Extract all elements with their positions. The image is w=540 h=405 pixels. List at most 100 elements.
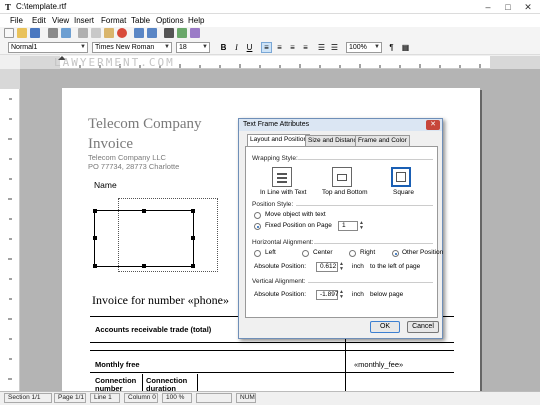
h-other-position-label[interactable]: Other Position bbox=[402, 249, 443, 257]
menu-bar: File Edit View Insert Format Table Optio… bbox=[0, 14, 540, 27]
font-size-select[interactable]: 18 ▼ bbox=[176, 42, 210, 53]
copy-icon[interactable] bbox=[91, 28, 101, 38]
h-absolute-position-input[interactable]: 0.612 bbox=[316, 262, 338, 272]
selected-text-frame[interactable] bbox=[93, 209, 195, 268]
menu-insert[interactable]: Insert bbox=[74, 15, 94, 26]
accounts-label: Accounts receivable trade (total) bbox=[95, 325, 212, 334]
wrap-square-icon[interactable] bbox=[391, 167, 411, 187]
page-number-input[interactable]: 1 bbox=[338, 221, 358, 231]
h-left-radio[interactable] bbox=[254, 250, 261, 257]
invoice-number-heading: Invoice for number «phone» bbox=[92, 293, 229, 307]
h-right-radio[interactable] bbox=[349, 250, 356, 257]
new-document-icon[interactable] bbox=[4, 28, 14, 38]
align-right-icon[interactable]: ≡ bbox=[287, 42, 298, 53]
resize-handle[interactable] bbox=[142, 264, 146, 268]
menu-options[interactable]: Options bbox=[156, 15, 184, 26]
wrap-inline-icon[interactable] bbox=[272, 167, 292, 187]
h-other-position-radio[interactable] bbox=[392, 250, 399, 257]
menu-table[interactable]: Table bbox=[131, 15, 150, 26]
resize-handle[interactable] bbox=[191, 209, 195, 213]
insert-image-icon[interactable] bbox=[164, 28, 174, 38]
align-justify-icon[interactable]: ≡ bbox=[300, 42, 311, 53]
italic-button[interactable]: I bbox=[231, 42, 242, 53]
zoom-select[interactable]: 100% ▼ bbox=[346, 42, 382, 53]
h-position-spinner-icon[interactable]: ▲ ▼ bbox=[338, 262, 345, 272]
vertical-ruler[interactable] bbox=[0, 69, 20, 391]
monthly-fee-field: «monthly_fee» bbox=[354, 360, 404, 369]
ok-button[interactable]: OK bbox=[370, 321, 400, 333]
move-with-text-label[interactable]: Move object with text bbox=[265, 211, 326, 219]
resize-handle[interactable] bbox=[191, 264, 195, 268]
status-spare bbox=[196, 393, 232, 403]
divider bbox=[314, 243, 433, 244]
resize-handle[interactable] bbox=[93, 209, 97, 213]
minimize-icon[interactable]: – bbox=[478, 1, 498, 13]
chevron-down-icon: ▼ bbox=[164, 44, 170, 50]
resize-handle[interactable] bbox=[93, 264, 97, 268]
status-zoom: 100 % bbox=[162, 393, 192, 403]
cancel-button[interactable]: Cancel bbox=[407, 321, 439, 333]
menu-help[interactable]: Help bbox=[188, 15, 204, 26]
h-center-label[interactable]: Center bbox=[313, 249, 333, 257]
v-position-spinner-icon[interactable]: ▲ ▼ bbox=[338, 290, 345, 300]
maximize-icon[interactable]: □ bbox=[498, 1, 518, 13]
wrap-top-bottom-label[interactable]: Top and Bottom bbox=[322, 189, 368, 197]
table-border bbox=[142, 374, 143, 391]
chevron-down-icon: ▼ bbox=[374, 44, 380, 50]
insert-frame-icon[interactable] bbox=[190, 28, 200, 38]
fixed-position-radio[interactable] bbox=[254, 223, 261, 230]
divider bbox=[296, 205, 433, 206]
font-select[interactable]: Times New Roman ▼ bbox=[92, 42, 172, 53]
print-icon[interactable] bbox=[48, 28, 58, 38]
bullet-list-icon[interactable]: ☰ bbox=[316, 42, 327, 53]
wrapping-style-label: Wrapping Style: bbox=[252, 155, 298, 162]
window-title: C:\template.rtf bbox=[16, 2, 67, 11]
cut-icon[interactable] bbox=[78, 28, 88, 38]
close-icon[interactable]: ✕ bbox=[518, 1, 538, 13]
print-preview-icon[interactable] bbox=[61, 28, 71, 38]
undo-icon[interactable] bbox=[134, 28, 144, 38]
dialog-close-button[interactable]: ✕ bbox=[426, 120, 440, 130]
h-unit-label: inch bbox=[352, 263, 364, 270]
move-with-text-radio[interactable] bbox=[254, 212, 261, 219]
menu-format[interactable]: Format bbox=[101, 15, 126, 26]
h-center-radio[interactable] bbox=[302, 250, 309, 257]
v-absolute-position-input[interactable]: -1.897 bbox=[316, 290, 338, 300]
menu-edit[interactable]: Edit bbox=[32, 15, 46, 26]
menu-file[interactable]: File bbox=[10, 15, 23, 26]
show-formatting-button[interactable]: ¶ bbox=[386, 42, 397, 53]
tab-layout-and-position[interactable]: Layout and Position bbox=[247, 134, 311, 146]
table-grid-icon[interactable]: ▦ bbox=[400, 42, 411, 53]
align-left-icon[interactable]: ≡ bbox=[261, 42, 272, 53]
bold-button[interactable]: B bbox=[218, 42, 229, 53]
delete-icon[interactable] bbox=[117, 28, 127, 38]
standard-toolbar bbox=[0, 27, 540, 40]
wrap-square-label[interactable]: Square bbox=[393, 189, 414, 197]
underline-button[interactable]: U bbox=[244, 42, 255, 53]
numbered-list-icon[interactable]: ☰ bbox=[329, 42, 340, 53]
resize-handle[interactable] bbox=[93, 236, 97, 240]
save-icon[interactable] bbox=[30, 28, 40, 38]
insert-table-icon[interactable] bbox=[177, 28, 187, 38]
redo-icon[interactable] bbox=[147, 28, 157, 38]
resize-handle[interactable] bbox=[191, 236, 195, 240]
company-address-text: PO 77734, 28773 Charlotte bbox=[88, 162, 180, 171]
h-right-label[interactable]: Right bbox=[360, 249, 375, 257]
h-left-label[interactable]: Left bbox=[265, 249, 276, 257]
menu-view[interactable]: View bbox=[52, 15, 69, 26]
name-label: Name bbox=[94, 180, 117, 190]
page-number-spinner-icon[interactable]: ▲ ▼ bbox=[358, 221, 365, 231]
dialog-title: Text Frame Attributes bbox=[239, 119, 442, 131]
table-border bbox=[197, 374, 198, 391]
align-center-icon[interactable]: ≡ bbox=[274, 42, 285, 53]
style-select[interactable]: Normal1 ▼ bbox=[8, 42, 88, 53]
paste-icon[interactable] bbox=[104, 28, 114, 38]
fixed-position-label[interactable]: Fixed Position on Page bbox=[265, 222, 332, 230]
tab-frame-and-color[interactable]: Frame and Color bbox=[355, 135, 410, 146]
open-folder-icon[interactable] bbox=[17, 28, 27, 38]
wrap-inline-label[interactable]: In Line with Text bbox=[260, 189, 307, 197]
tab-panel: Wrapping Style: In Line with Text Top an… bbox=[245, 146, 443, 318]
resize-handle[interactable] bbox=[142, 209, 146, 213]
wrap-top-bottom-icon[interactable] bbox=[332, 167, 352, 187]
position-style-label: Position Style: bbox=[252, 201, 294, 208]
